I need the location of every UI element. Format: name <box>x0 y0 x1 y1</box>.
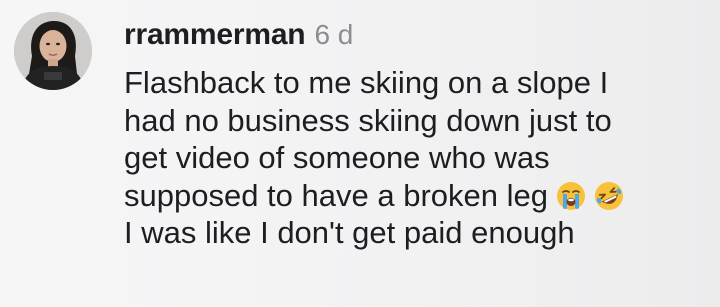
comment-line: get video of someone who was <box>124 140 550 175</box>
timestamp[interactable]: 6 d <box>314 19 353 51</box>
comment-line: supposed to have a broken leg <box>124 177 548 213</box>
comment-header: rrammerman 6 d <box>124 18 704 62</box>
username-link[interactable]: rrammerman <box>124 18 306 52</box>
rolling-on-floor-laughing-icon <box>594 181 624 211</box>
comment-line: Flashback to me skiing on a slope I <box>124 65 609 100</box>
loudly-crying-face-icon <box>556 181 586 211</box>
avatar-image <box>14 12 92 90</box>
comment: rrammerman 6 d Flashback to me skiing on… <box>0 0 720 307</box>
comment-body: rrammerman 6 d Flashback to me skiing on… <box>124 18 704 252</box>
comment-line-with-emojis: supposed to have a broken leg <box>124 177 704 215</box>
comment-line: I was like I don't get paid enough <box>124 215 575 250</box>
comment-line: had no business skiing down just to <box>124 102 612 138</box>
comment-text: Flashback to me skiing on a slope I had … <box>124 64 704 252</box>
avatar[interactable] <box>14 12 92 90</box>
